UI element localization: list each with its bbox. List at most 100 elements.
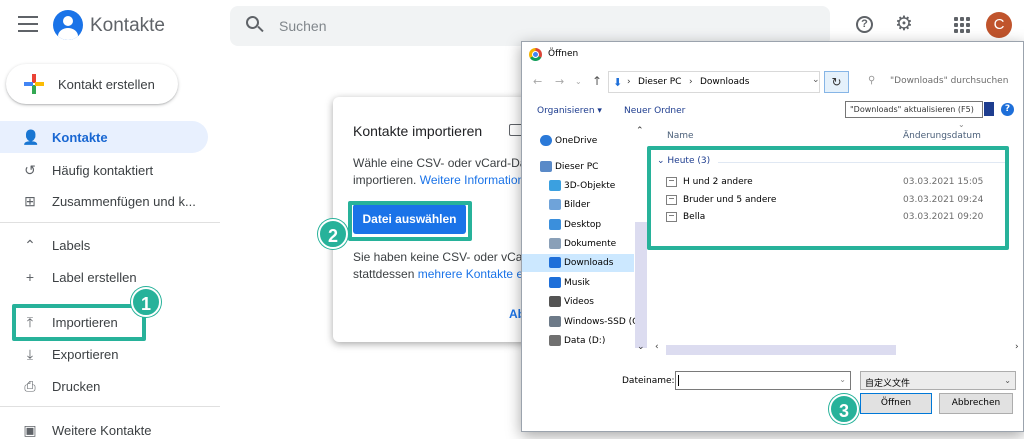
- download-folder-icon: ⬇: [613, 76, 623, 89]
- more-info-link[interactable]: Weitere Information: [420, 173, 525, 187]
- colorful-plus-icon: [24, 74, 44, 94]
- sidebar-item-other-contacts[interactable]: ▣ Weitere Kontakte: [0, 414, 210, 439]
- tree-item-label: 3D-Objekte: [564, 181, 616, 191]
- tree-item-3d-objects[interactable]: 3D-Objekte: [522, 177, 634, 195]
- tree-item-downloads[interactable]: Downloads: [522, 254, 634, 272]
- open-button[interactable]: Öffnen: [860, 393, 932, 414]
- sidebar-item-labels[interactable]: ⌃ Labels: [0, 229, 210, 261]
- create-multiple-contacts-link[interactable]: mehrere Kontakte er: [418, 267, 527, 281]
- pictures-icon: [549, 199, 561, 210]
- modal-no-file-line1: Sie haben keine CSV- oder vCard-: [353, 250, 538, 264]
- step-badge-1: 1: [131, 287, 161, 317]
- breadcrumb-this-pc[interactable]: Dieser PC: [638, 77, 681, 87]
- sidebar-item-label: Drucken: [52, 379, 101, 394]
- contacts-box-icon: ▣: [23, 422, 37, 438]
- help-icon[interactable]: ?: [1001, 103, 1014, 116]
- modal-no-file-line2: stattdessen: [353, 267, 418, 281]
- settings-gear-icon[interactable]: ⚙: [894, 14, 914, 34]
- highlight-choose-file: [348, 201, 472, 241]
- chevron-down-icon: ⌄: [1004, 376, 1011, 385]
- merge-icon: ⊞: [24, 193, 36, 209]
- modal-instructions-line2: importieren.: [353, 173, 420, 187]
- sidebar-item-create-label[interactable]: + Label erstellen: [0, 261, 210, 293]
- app-title: Kontakte: [90, 15, 165, 36]
- sidebar-item-label: Label erstellen: [52, 270, 137, 285]
- tree-item-this-pc[interactable]: Dieser PC: [522, 158, 634, 176]
- modal-instructions-line1: Wähle eine CSV- oder vCard-Date: [353, 156, 537, 170]
- documents-icon: [549, 238, 561, 249]
- chevron-down-icon[interactable]: ⌄: [839, 375, 846, 384]
- column-header-date[interactable]: Änderungsdatum: [903, 131, 981, 141]
- history-dropdown-icon[interactable]: ⌄: [575, 77, 582, 86]
- address-dropdown-icon[interactable]: ⌄: [812, 75, 820, 85]
- tree-scrollbar[interactable]: [635, 222, 647, 348]
- tree-item-label: Musik: [564, 278, 590, 288]
- apps-grid-icon[interactable]: [954, 17, 970, 33]
- tree-item-music[interactable]: Musik: [522, 274, 634, 292]
- new-folder-button[interactable]: Neuer Ordner: [624, 106, 685, 116]
- sidebar-item-label: Labels: [52, 238, 91, 253]
- horizontal-scrollbar[interactable]: [666, 345, 896, 355]
- sidebar-divider: [0, 406, 220, 407]
- desktop-icon: [549, 219, 561, 230]
- refresh-button[interactable]: ↻: [824, 71, 849, 93]
- cancel-button[interactable]: Abbrechen: [939, 393, 1013, 414]
- file-type-select[interactable]: 自定义文件 ⌄: [860, 371, 1016, 390]
- modal-no-file-text: Sie haben keine CSV- oder vCard- stattde…: [353, 249, 538, 283]
- highlight-import: [12, 304, 146, 341]
- back-arrow-icon[interactable]: ←: [533, 75, 542, 88]
- navigation-tree: ⌃ OneDrive Dieser PC 3D-Objekte Bilder D…: [522, 126, 649, 348]
- tree-item-desktop[interactable]: Desktop: [522, 216, 634, 234]
- sort-indicator-icon: ⌄: [958, 120, 965, 129]
- highlight-file-list: [647, 146, 1009, 250]
- tree-item-onedrive[interactable]: OneDrive: [522, 132, 634, 150]
- column-header-name[interactable]: Name: [667, 131, 694, 141]
- dialog-title: Öffnen: [548, 49, 579, 59]
- tree-item-documents[interactable]: Dokumente: [522, 235, 634, 253]
- search-input[interactable]: Suchen: [230, 6, 830, 46]
- tree-scroll-down-icon[interactable]: ⌄: [637, 342, 645, 352]
- sidebar-item-export[interactable]: ⤓ Exportieren: [0, 338, 210, 370]
- horizontal-scroll-row: ⌄ ‹ ›: [522, 342, 1023, 356]
- text-caret: [678, 375, 679, 386]
- create-contact-button[interactable]: Kontakt erstellen: [6, 64, 178, 104]
- filename-input[interactable]: ⌄: [675, 371, 851, 390]
- folder-search-input[interactable]: ⚲ "Downloads" durchsuchen: [858, 71, 1023, 93]
- scroll-left-icon[interactable]: ‹: [655, 342, 659, 352]
- modal-title: Kontakte importieren: [353, 123, 483, 139]
- tree-scroll-up-icon[interactable]: ⌃: [636, 126, 644, 136]
- chrome-icon: [529, 48, 542, 61]
- breadcrumb-downloads[interactable]: Downloads: [700, 77, 749, 87]
- forward-arrow-icon[interactable]: →: [555, 75, 564, 88]
- organize-menu[interactable]: Organisieren ▾: [537, 106, 602, 116]
- create-contact-label: Kontakt erstellen: [58, 77, 155, 92]
- tree-item-label: Dokumente: [564, 239, 617, 249]
- tree-item-windows-ssd[interactable]: Windows-SSD (C: [522, 313, 638, 331]
- tree-item-label: Windows-SSD (C: [564, 317, 639, 327]
- sidebar-item-merge[interactable]: ⊞ Zusammenfügen und k...: [0, 185, 210, 217]
- tree-item-videos[interactable]: Videos: [522, 293, 634, 311]
- view-options-icon[interactable]: [984, 102, 994, 116]
- help-icon[interactable]: ?: [856, 16, 873, 33]
- address-bar[interactable]: ⬇ › Dieser PC › Downloads: [608, 71, 820, 93]
- dialog-titlebar: Öffnen: [522, 42, 1023, 68]
- dialog-toolbar: Organisieren ▾ Neuer Ordner "Downloads" …: [522, 100, 1023, 124]
- person-icon: 👤: [22, 129, 40, 145]
- up-arrow-icon[interactable]: ↑: [592, 74, 602, 88]
- menu-icon[interactable]: [18, 16, 38, 32]
- avatar[interactable]: C: [986, 12, 1012, 38]
- sidebar-item-label: Exportieren: [52, 347, 119, 362]
- history-icon: ↺: [24, 162, 36, 178]
- tree-item-pictures[interactable]: Bilder: [522, 196, 634, 214]
- computer-icon: [540, 161, 552, 172]
- sidebar-item-print[interactable]: ⎙ Drucken: [0, 370, 210, 402]
- tree-item-label: Downloads: [564, 258, 614, 268]
- download-folder-icon: [549, 257, 561, 268]
- sidebar-item-frequent[interactable]: ↺ Häufig kontaktiert: [0, 154, 210, 186]
- sidebar-item-contacts[interactable]: 👤 Kontakte: [0, 121, 208, 153]
- chevron-up-icon: ⌃: [24, 237, 36, 253]
- cloud-icon: [540, 135, 552, 146]
- scroll-right-icon[interactable]: ›: [1015, 342, 1019, 352]
- modal-instructions: Wähle eine CSV- oder vCard-Date importie…: [353, 155, 538, 189]
- address-row: ← → ⌄ ↑ ⬇ › Dieser PC › Downloads ⌄ ↻ ⚲ …: [522, 70, 1023, 94]
